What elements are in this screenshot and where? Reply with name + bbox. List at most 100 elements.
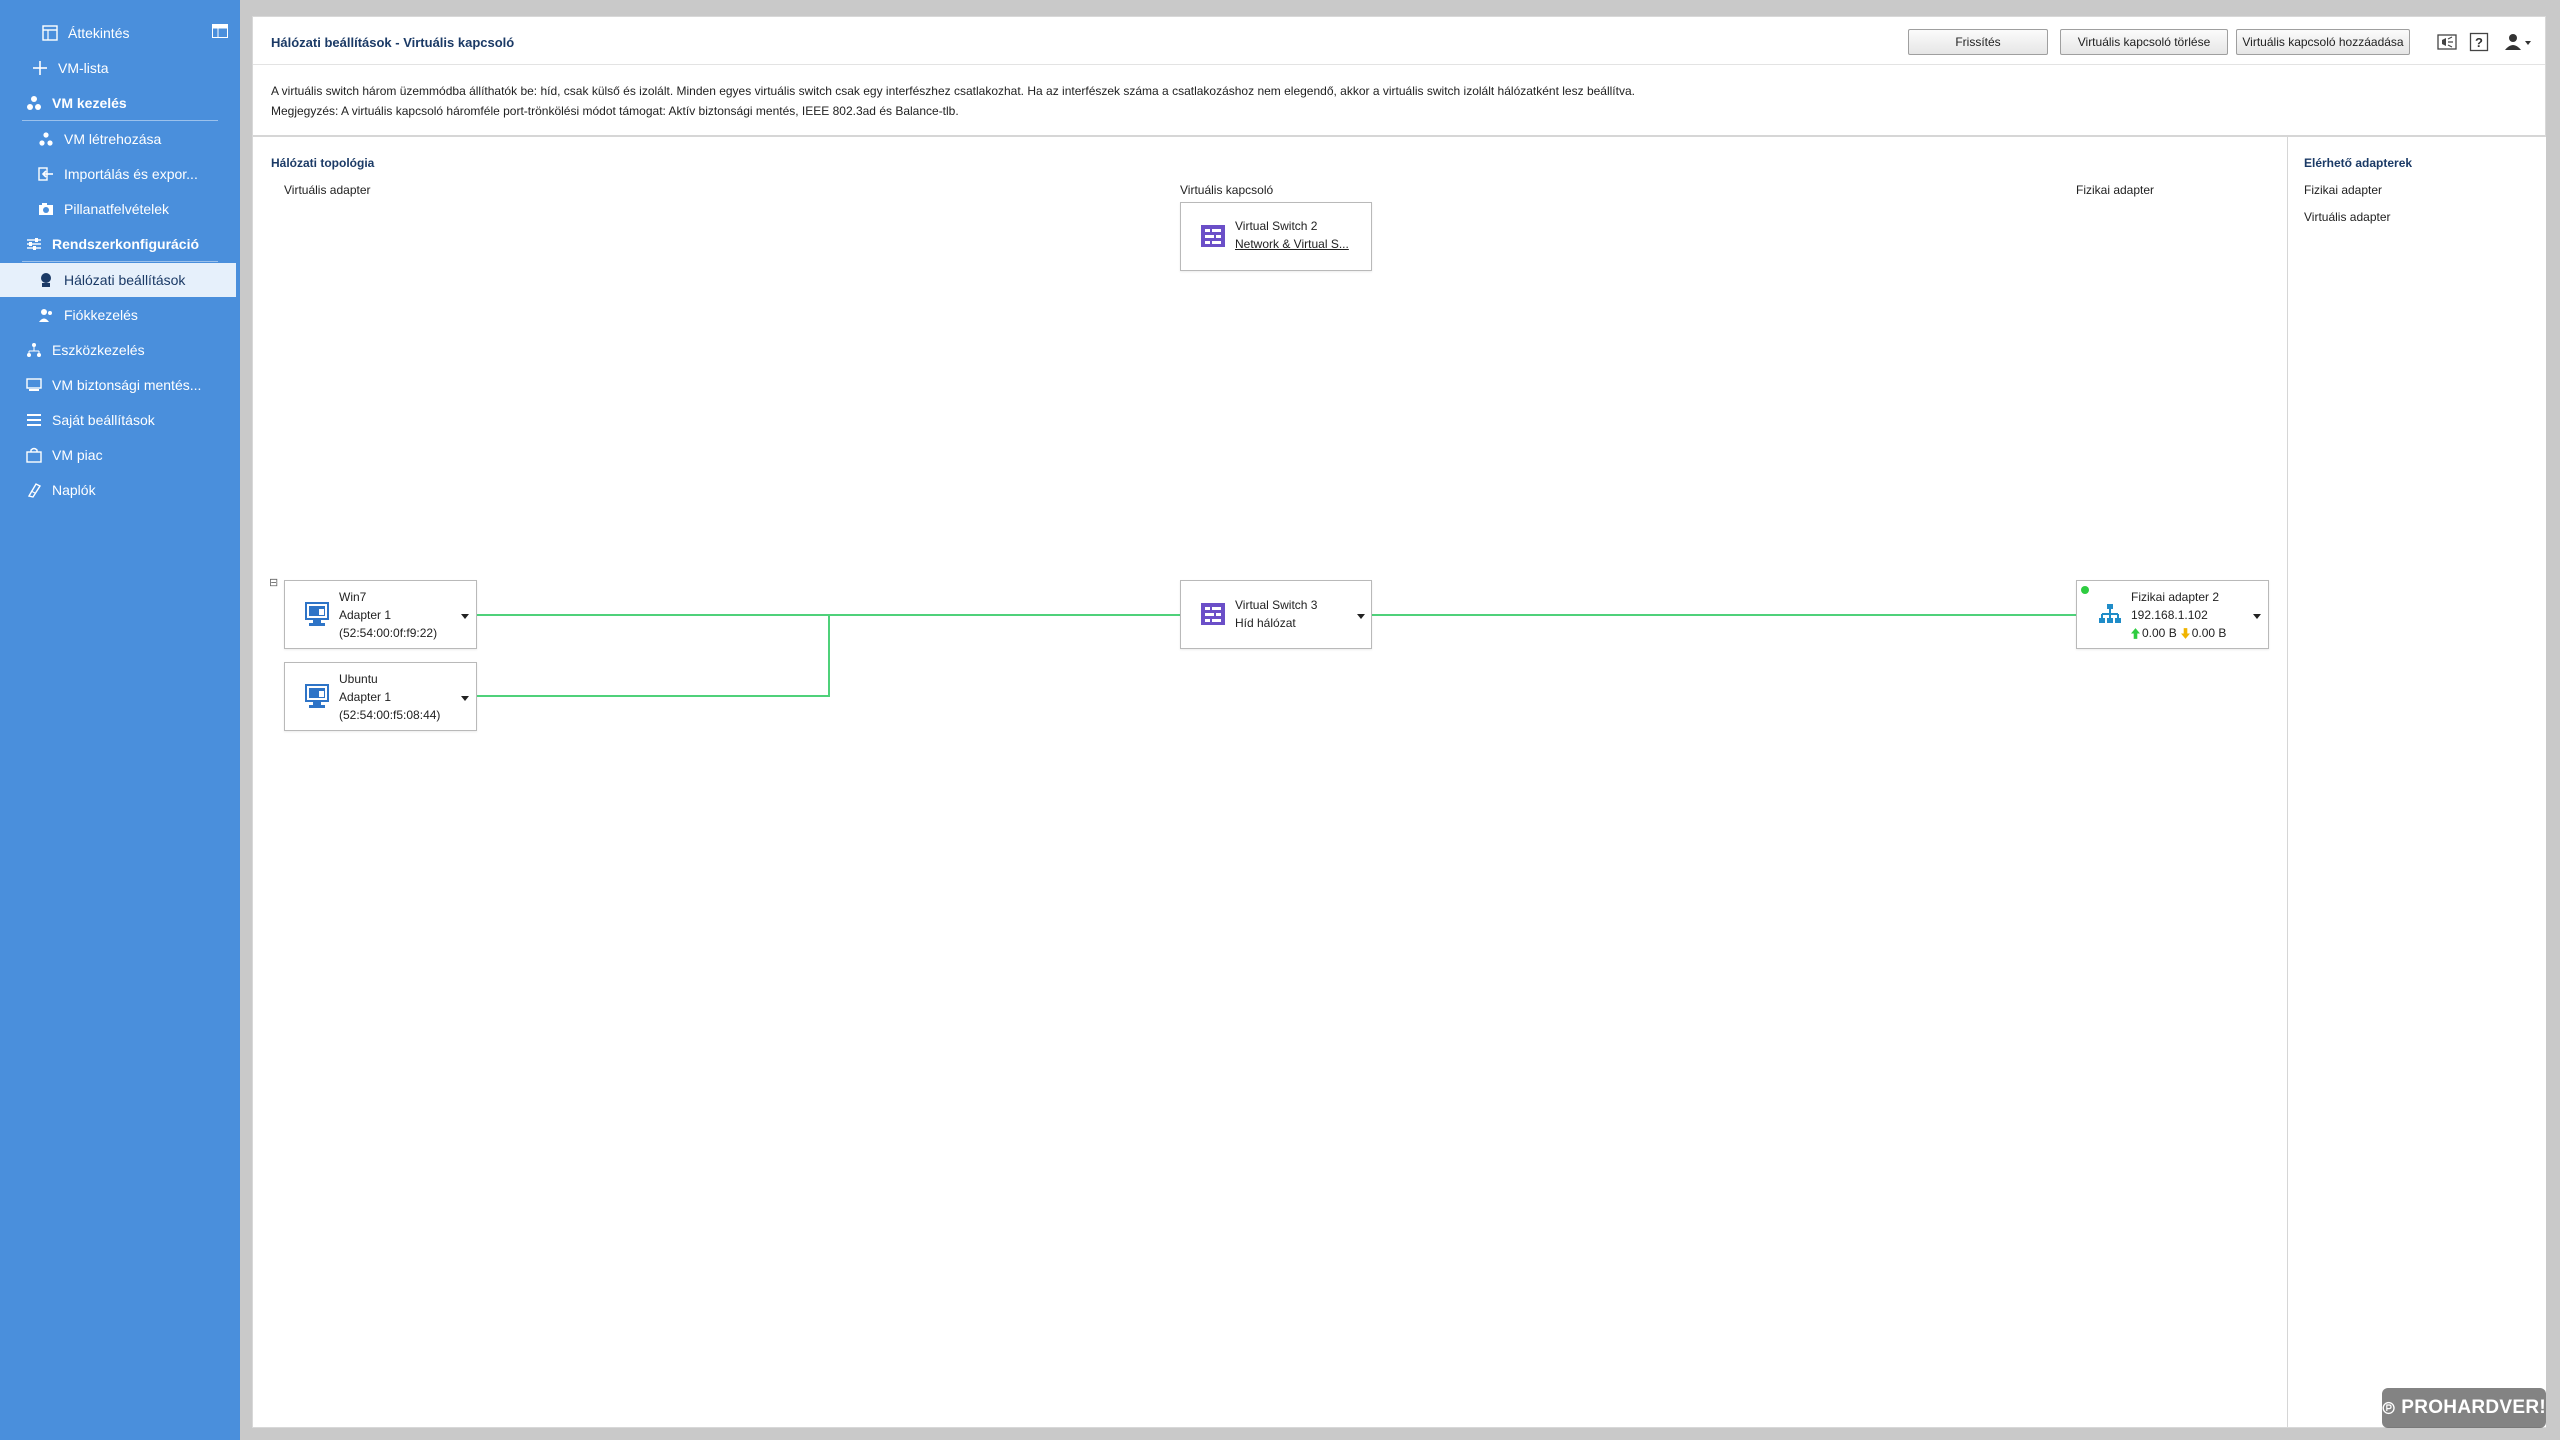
sidebar-item-vm-list[interactable]: VM-lista bbox=[0, 51, 236, 85]
vm-adapter-win7-node[interactable]: Win7 Adapter 1 (52:54:00:0f:f9:22) bbox=[284, 580, 477, 649]
sidebar-item-label: Pillanatfelvételek bbox=[64, 201, 170, 217]
chevron-down-icon[interactable] bbox=[461, 696, 469, 701]
chevron-down-icon[interactable] bbox=[461, 614, 469, 619]
traffic-stats: 0.00 B 0.00 B bbox=[2131, 626, 2226, 640]
virtual-switch-icon bbox=[1201, 603, 1225, 630]
column-header-virtual-adapter: Virtuális adapter bbox=[284, 183, 371, 197]
sidebar-item-preferences[interactable]: Saját beállítások bbox=[0, 403, 236, 437]
available-adapter-virtual[interactable]: Virtuális adapter bbox=[2304, 210, 2391, 224]
sidebar-section-vm-management[interactable]: VM kezelés bbox=[0, 86, 236, 120]
column-header-virtual-switch: Virtuális kapcsoló bbox=[1180, 183, 1274, 197]
sidebar-item-label: VM biztonsági mentés... bbox=[52, 377, 202, 393]
plus-icon bbox=[30, 58, 50, 78]
sidebar-item-label: Fiókkezelés bbox=[64, 307, 138, 323]
sidebar-item-label: Rendszerkonfiguráció bbox=[52, 236, 200, 252]
announcement-icon[interactable] bbox=[2435, 30, 2459, 54]
sidebar-item-accounts[interactable]: Fiókkezelés bbox=[0, 298, 236, 332]
help-icon[interactable]: ? bbox=[2467, 30, 2491, 54]
sidebar-item-label: Importálás és expor... bbox=[64, 166, 198, 182]
vm-adapter-name: Adapter 1 bbox=[339, 608, 392, 622]
sidebar-item-snapshots[interactable]: Pillanatfelvételek bbox=[0, 192, 236, 226]
vm-adapter-name: Adapter 1 bbox=[339, 690, 392, 704]
watermark-logo: PROHARDVER! bbox=[2382, 1388, 2546, 1428]
sidebar-item-label: VM-lista bbox=[58, 60, 109, 76]
chevron-down-icon[interactable] bbox=[2253, 614, 2261, 619]
link-switch3-to-physical bbox=[1372, 614, 2076, 616]
vm-create-icon bbox=[36, 129, 56, 149]
vm-name: Win7 bbox=[339, 590, 367, 604]
switch-mode: Híd hálózat bbox=[1235, 616, 1296, 630]
add-switch-button[interactable]: Virtuális kapcsoló hozzáadása bbox=[2236, 29, 2410, 55]
title-divider bbox=[253, 64, 2545, 65]
sidebar-item-logs[interactable]: Naplók bbox=[0, 473, 236, 507]
sidebar-item-label: VM piac bbox=[52, 447, 103, 463]
watermark-text: PROHARDVER! bbox=[2401, 1397, 2546, 1418]
sidebar-item-label: VM kezelés bbox=[52, 95, 127, 111]
vm-adapter-ubuntu-node[interactable]: Ubuntu Adapter 1 (52:54:00:f5:08:44) bbox=[284, 662, 477, 731]
sidebar: Áttekintés VM-lista VM kezelés VM létreh… bbox=[0, 0, 240, 1440]
chevron-down-icon[interactable] bbox=[1357, 614, 1365, 619]
account-icon bbox=[36, 305, 56, 325]
sidebar-divider bbox=[22, 261, 218, 262]
topology-title: Hálózati topológia bbox=[271, 156, 375, 170]
sidebar-item-vm-backup[interactable]: VM biztonsági mentés... bbox=[0, 368, 236, 402]
sliders-icon bbox=[24, 234, 44, 254]
upload-value: 0.00 B bbox=[2142, 626, 2177, 640]
svg-text:?: ? bbox=[2475, 35, 2483, 50]
vm-icon bbox=[305, 683, 331, 714]
sidebar-item-network-settings[interactable]: Hálózati beállítások bbox=[0, 263, 236, 297]
description-line-2: Megjegyzés: A virtuális kapcsoló háromfé… bbox=[271, 104, 959, 118]
collapse-toggle[interactable]: ⊟ bbox=[269, 576, 278, 589]
main-panel: Hálózati beállítások - Virtuális kapcsol… bbox=[252, 16, 2546, 1428]
sidebar-item-label: Áttekintés bbox=[68, 25, 130, 41]
backup-icon bbox=[24, 375, 44, 395]
vm-group-icon bbox=[24, 93, 44, 113]
list-icon bbox=[24, 410, 44, 430]
snapshot-icon bbox=[36, 199, 56, 219]
switch-link[interactable]: Network & Virtual S... bbox=[1235, 237, 1349, 251]
sidebar-item-label: VM létrehozása bbox=[64, 131, 162, 147]
virtual-switch-icon bbox=[1201, 225, 1225, 252]
refresh-button[interactable]: Frissítés bbox=[1908, 29, 2048, 55]
sidebar-item-vm-create[interactable]: VM létrehozása bbox=[0, 122, 236, 156]
switch-name: Virtual Switch 2 bbox=[1235, 219, 1318, 233]
available-adapters-panel: Elérhető adapterek Fizikai adapter Virtu… bbox=[2287, 137, 2546, 1427]
delete-switch-button[interactable]: Virtuális kapcsoló törlése bbox=[2060, 29, 2228, 55]
available-adapter-physical[interactable]: Fizikai adapter bbox=[2304, 183, 2382, 197]
vm-mac-address: (52:54:00:f5:08:44) bbox=[339, 708, 441, 722]
network-settings-icon bbox=[36, 270, 56, 290]
virtual-switch-3-node[interactable]: Virtual Switch 3 Híd hálózat bbox=[1180, 580, 1372, 649]
column-header-physical-adapter: Fizikai adapter bbox=[2076, 183, 2155, 197]
download-arrow-icon bbox=[2180, 627, 2190, 639]
watermark-icon bbox=[2382, 1401, 2395, 1415]
sidebar-item-label: Hálózati beállítások bbox=[64, 272, 186, 288]
physical-adapter-2-node[interactable]: Fizikai adapter 2 192.168.1.102 0.00 B 0… bbox=[2076, 580, 2269, 649]
adapter-ip: 192.168.1.102 bbox=[2131, 608, 2208, 622]
sidebar-item-vm-market[interactable]: VM piac bbox=[0, 438, 236, 472]
description-divider bbox=[253, 135, 2545, 137]
network-adapter-icon bbox=[2099, 603, 2121, 630]
device-icon bbox=[24, 340, 44, 360]
user-menu-icon[interactable] bbox=[2501, 30, 2535, 54]
vm-icon bbox=[305, 601, 331, 632]
sidebar-section-system-config[interactable]: Rendszerkonfiguráció bbox=[0, 227, 236, 261]
upload-arrow-icon bbox=[2131, 627, 2140, 639]
sidebar-item-devices[interactable]: Eszközkezelés bbox=[0, 333, 236, 367]
virtual-switch-2-node[interactable]: Virtual Switch 2 Network & Virtual S... bbox=[1180, 202, 1372, 271]
sidebar-item-import-export[interactable]: Importálás és expor... bbox=[0, 157, 236, 191]
adapter-name: Fizikai adapter 2 bbox=[2131, 590, 2220, 604]
link-junction bbox=[828, 614, 830, 696]
vm-mac-address: (52:54:00:0f:f9:22) bbox=[339, 626, 438, 640]
dashboard-icon bbox=[40, 23, 60, 43]
sidebar-divider bbox=[22, 120, 218, 121]
available-adapters-title: Elérhető adapterek bbox=[2304, 156, 2413, 170]
import-export-icon bbox=[36, 164, 56, 184]
sidebar-item-overview[interactable]: Áttekintés bbox=[0, 16, 236, 50]
switch-name: Virtual Switch 3 bbox=[1235, 598, 1318, 612]
download-value: 0.00 B bbox=[2191, 626, 2227, 640]
sidebar-item-label: Eszközkezelés bbox=[52, 342, 145, 358]
sidebar-item-label: Naplók bbox=[52, 482, 96, 498]
link-ubuntu-to-switch3 bbox=[477, 695, 830, 697]
market-icon bbox=[24, 445, 44, 465]
log-icon bbox=[24, 480, 44, 500]
